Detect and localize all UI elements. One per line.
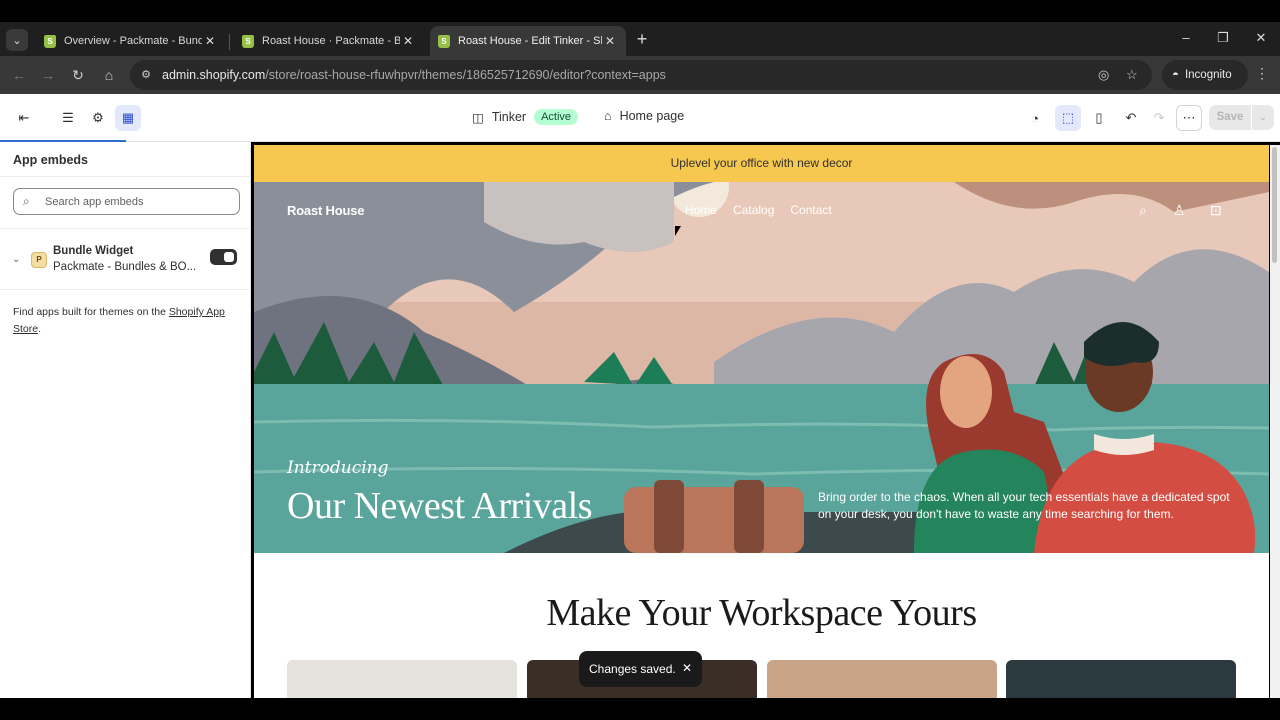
store-brand-logo[interactable]: Roast House [287, 203, 364, 218]
reload-icon[interactable]: ↻ [68, 65, 88, 85]
inspector-icon[interactable]: ◔ [1022, 105, 1048, 131]
scrollbar-thumb[interactable] [1272, 147, 1277, 263]
hero-intro: Introducing [287, 458, 389, 478]
preview-scrollbar[interactable] [1270, 145, 1280, 698]
product-card[interactable] [287, 660, 517, 698]
app-embed-item[interactable]: ⌄ P Bundle Widget Packmate - Bundles & B… [0, 238, 251, 288]
address-bar[interactable]: ⚙ admin.shopify.com/store/roast-house-rf… [130, 60, 1152, 90]
toggle-knob [224, 252, 234, 262]
shopify-favicon-icon: S [438, 34, 450, 48]
divider [0, 289, 251, 290]
exit-icon[interactable]: ⇤ [11, 105, 37, 131]
tab-overview-packmate[interactable]: S Overview - Packmate - Bundles ✕ [36, 26, 226, 56]
home-icon[interactable]: ⌂ [99, 65, 119, 85]
theme-icon: ◫ [472, 110, 484, 125]
browser-toolbar: ← → ↻ ⌂ ⚙ admin.shopify.com/store/roast-… [0, 56, 1280, 94]
nav-catalog[interactable]: Catalog [733, 203, 774, 217]
chevron-down-icon[interactable]: ⌄ [12, 254, 20, 265]
incognito-icon: ◓ [1172, 69, 1179, 81]
browser-menu-icon[interactable]: ⋮ [1254, 65, 1270, 82]
changes-saved-toast: Changes saved. ✕ [579, 651, 702, 687]
tracking-protection-icon[interactable]: ◎ [1098, 67, 1109, 83]
undo-icon[interactable]: ↶ [1118, 105, 1144, 131]
tab-title: Overview - Packmate - Bundles [64, 35, 202, 47]
tab-title: Roast House · Packmate - Bund [262, 35, 400, 47]
incognito-indicator[interactable]: ◓ Incognito [1162, 60, 1248, 90]
site-info-icon[interactable]: ⚙ [138, 67, 154, 83]
new-tab-icon[interactable]: + [632, 30, 652, 50]
store-nav: Home Catalog Contact [685, 203, 832, 217]
announcement-bar[interactable]: Uplevel your office with new decor [254, 145, 1269, 182]
screen-bottom-bar [0, 698, 1280, 720]
shopify-favicon-icon: S [44, 34, 56, 48]
window-close-icon[interactable]: ✕ [1251, 30, 1271, 46]
bookmark-star-icon[interactable]: ☆ [1126, 67, 1138, 83]
browser-tab-strip: ⌄ S Overview - Packmate - Bundles ✕ S Ro… [0, 22, 1280, 56]
cart-icon[interactable]: ⊡ [1210, 202, 1222, 219]
account-icon[interactable]: ♙ [1173, 202, 1186, 219]
select-element-icon[interactable]: ⬚ [1055, 105, 1081, 131]
embed-app-name: Packmate - Bundles & BO... [53, 261, 197, 273]
panel-title: App embeds [13, 153, 89, 167]
theme-status-badge: Active [534, 109, 579, 125]
divider [0, 176, 251, 177]
embed-toggle[interactable] [210, 249, 237, 265]
tab-title: Roast House - Edit Tinker - Shop [458, 35, 602, 47]
toast-close-icon[interactable]: ✕ [682, 661, 692, 675]
app-embeds-icon[interactable]: ▦ [115, 105, 141, 131]
screen-top-bar [0, 0, 1280, 22]
url-host: admin.shopify.com [162, 68, 266, 82]
find-apps-suffix: . [38, 323, 42, 335]
save-button[interactable]: Save [1209, 105, 1251, 130]
hero-banner[interactable]: Roast House Home Catalog Contact ⌕ ♙ ⊡ I… [254, 182, 1269, 553]
divider [0, 228, 251, 229]
minimize-icon[interactable]: – [1176, 30, 1196, 45]
restore-icon[interactable]: ❐ [1213, 30, 1233, 46]
sections-icon[interactable]: ☰ [55, 105, 81, 131]
tab-roast-house-packmate[interactable]: S Roast House · Packmate - Bund ✕ [234, 26, 424, 56]
search-icon: ⌕ [23, 194, 30, 208]
save-options-chevron-icon[interactable]: ⌄ [1252, 105, 1274, 130]
storefront-preview: Uplevel your office with new decor Roast… [254, 145, 1269, 698]
page-selector[interactable]: ⌂ Home page [604, 109, 684, 123]
mouse-cursor-icon [675, 226, 681, 236]
tab-edit-tinker[interactable]: S Roast House - Edit Tinker - Shop ✕ [430, 26, 626, 56]
mobile-preview-icon[interactable]: ▯ [1086, 105, 1112, 131]
tab-close-icon[interactable]: ✕ [400, 34, 416, 48]
tab-search-menu-icon[interactable]: ⌄ [6, 29, 28, 51]
back-icon[interactable]: ← [9, 65, 29, 85]
store-search-icon[interactable]: ⌕ [1139, 202, 1147, 219]
page-name-label: Home page [619, 109, 685, 123]
packmate-app-icon: P [31, 252, 47, 268]
url-text[interactable]: admin.shopify.com/store/roast-house-rfuw… [162, 68, 666, 82]
incognito-label: Incognito [1184, 69, 1232, 81]
more-actions-icon[interactable]: ⋯ [1176, 105, 1202, 131]
theme-editor-topbar: ⇤ ☰ ⚙ ▦ ◫ Tinker Active ⌂ Home page ◔ ⬚ … [0, 94, 1280, 142]
find-apps-text: Find apps built for themes on the Shopif… [13, 304, 241, 338]
product-card[interactable] [1006, 660, 1236, 698]
hero-headline: Our Newest Arrivals [287, 485, 592, 527]
nav-home[interactable]: Home [685, 203, 717, 217]
hero-description: Bring order to the chaos. When all your … [818, 490, 1230, 521]
url-path: /store/roast-house-rfuwhpvr/themes/18652… [265, 68, 666, 82]
home-page-icon: ⌂ [604, 109, 612, 123]
product-card[interactable] [767, 660, 997, 698]
redo-icon[interactable]: ↷ [1146, 105, 1172, 131]
embed-name: Bundle Widget [53, 245, 134, 257]
theme-settings-gear-icon[interactable]: ⚙ [85, 105, 111, 131]
shopify-favicon-icon: S [242, 34, 254, 48]
nav-contact[interactable]: Contact [790, 203, 831, 217]
find-apps-prefix: Find apps built for themes on the [13, 306, 169, 318]
search-app-embeds-input[interactable]: ⌕ Search app embeds [13, 188, 240, 215]
app-embeds-panel: App embeds ⌕ Search app embeds ⌄ P Bundl… [0, 142, 251, 698]
toast-message: Changes saved. [589, 662, 676, 676]
theme-selector[interactable]: ◫ Tinker Active [472, 109, 579, 125]
search-placeholder: Search app embeds [45, 196, 144, 208]
tab-separator [229, 34, 230, 50]
collection-heading: Make Your Workspace Yours [546, 592, 977, 634]
theme-name-label: Tinker [491, 110, 527, 124]
tab-close-icon[interactable]: ✕ [202, 34, 218, 48]
tab-close-icon[interactable]: ✕ [602, 34, 618, 48]
forward-icon[interactable]: → [38, 65, 58, 85]
